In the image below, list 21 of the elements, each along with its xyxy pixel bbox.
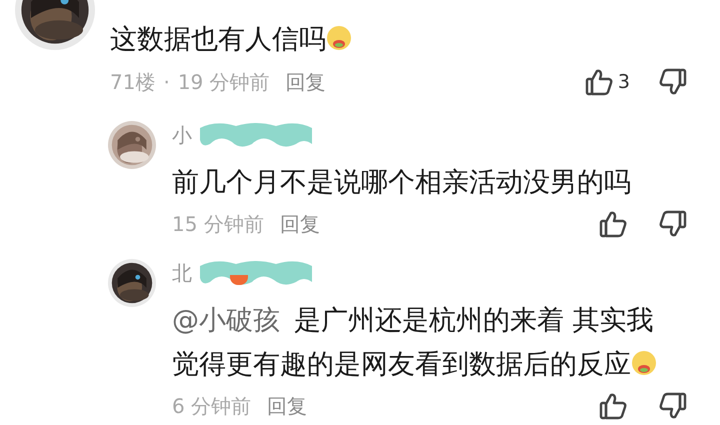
comment-time: 6 分钟前 — [172, 393, 252, 420]
mention-link[interactable]: @小破孩 — [172, 305, 280, 336]
thumbs-down-icon[interactable] — [658, 391, 688, 421]
comment-text: 前几个月不是说哪个相亲活动没男的吗 — [172, 166, 632, 200]
thumbs-up-icon[interactable] — [584, 67, 614, 97]
separator: · — [163, 69, 170, 96]
user-name: 小 — [172, 122, 192, 149]
thumbs-up-icon[interactable] — [598, 209, 628, 239]
like-count: 3 — [618, 70, 630, 95]
thumbs-down-icon[interactable] — [658, 209, 688, 239]
reply-link[interactable]: 回复 — [267, 391, 308, 421]
comment-time: 19 分钟前 — [178, 69, 270, 96]
comment-text: 这数据也有人信吗 — [110, 20, 688, 60]
thumbs-down-icon[interactable] — [658, 67, 688, 97]
comment-text: @小破孩 是广州还是杭州的来着 其实我觉得更有趣的是网友看到数据后的反应 — [172, 299, 672, 387]
thumbs-up-icon[interactable] — [598, 391, 628, 421]
comment-time: 15 分钟前 — [172, 211, 264, 238]
reply-link[interactable]: 回复 — [280, 209, 320, 239]
user-name: 北 — [172, 260, 192, 287]
floor-number: 71楼 — [110, 69, 156, 96]
reply-link[interactable]: 回复 — [286, 67, 326, 97]
